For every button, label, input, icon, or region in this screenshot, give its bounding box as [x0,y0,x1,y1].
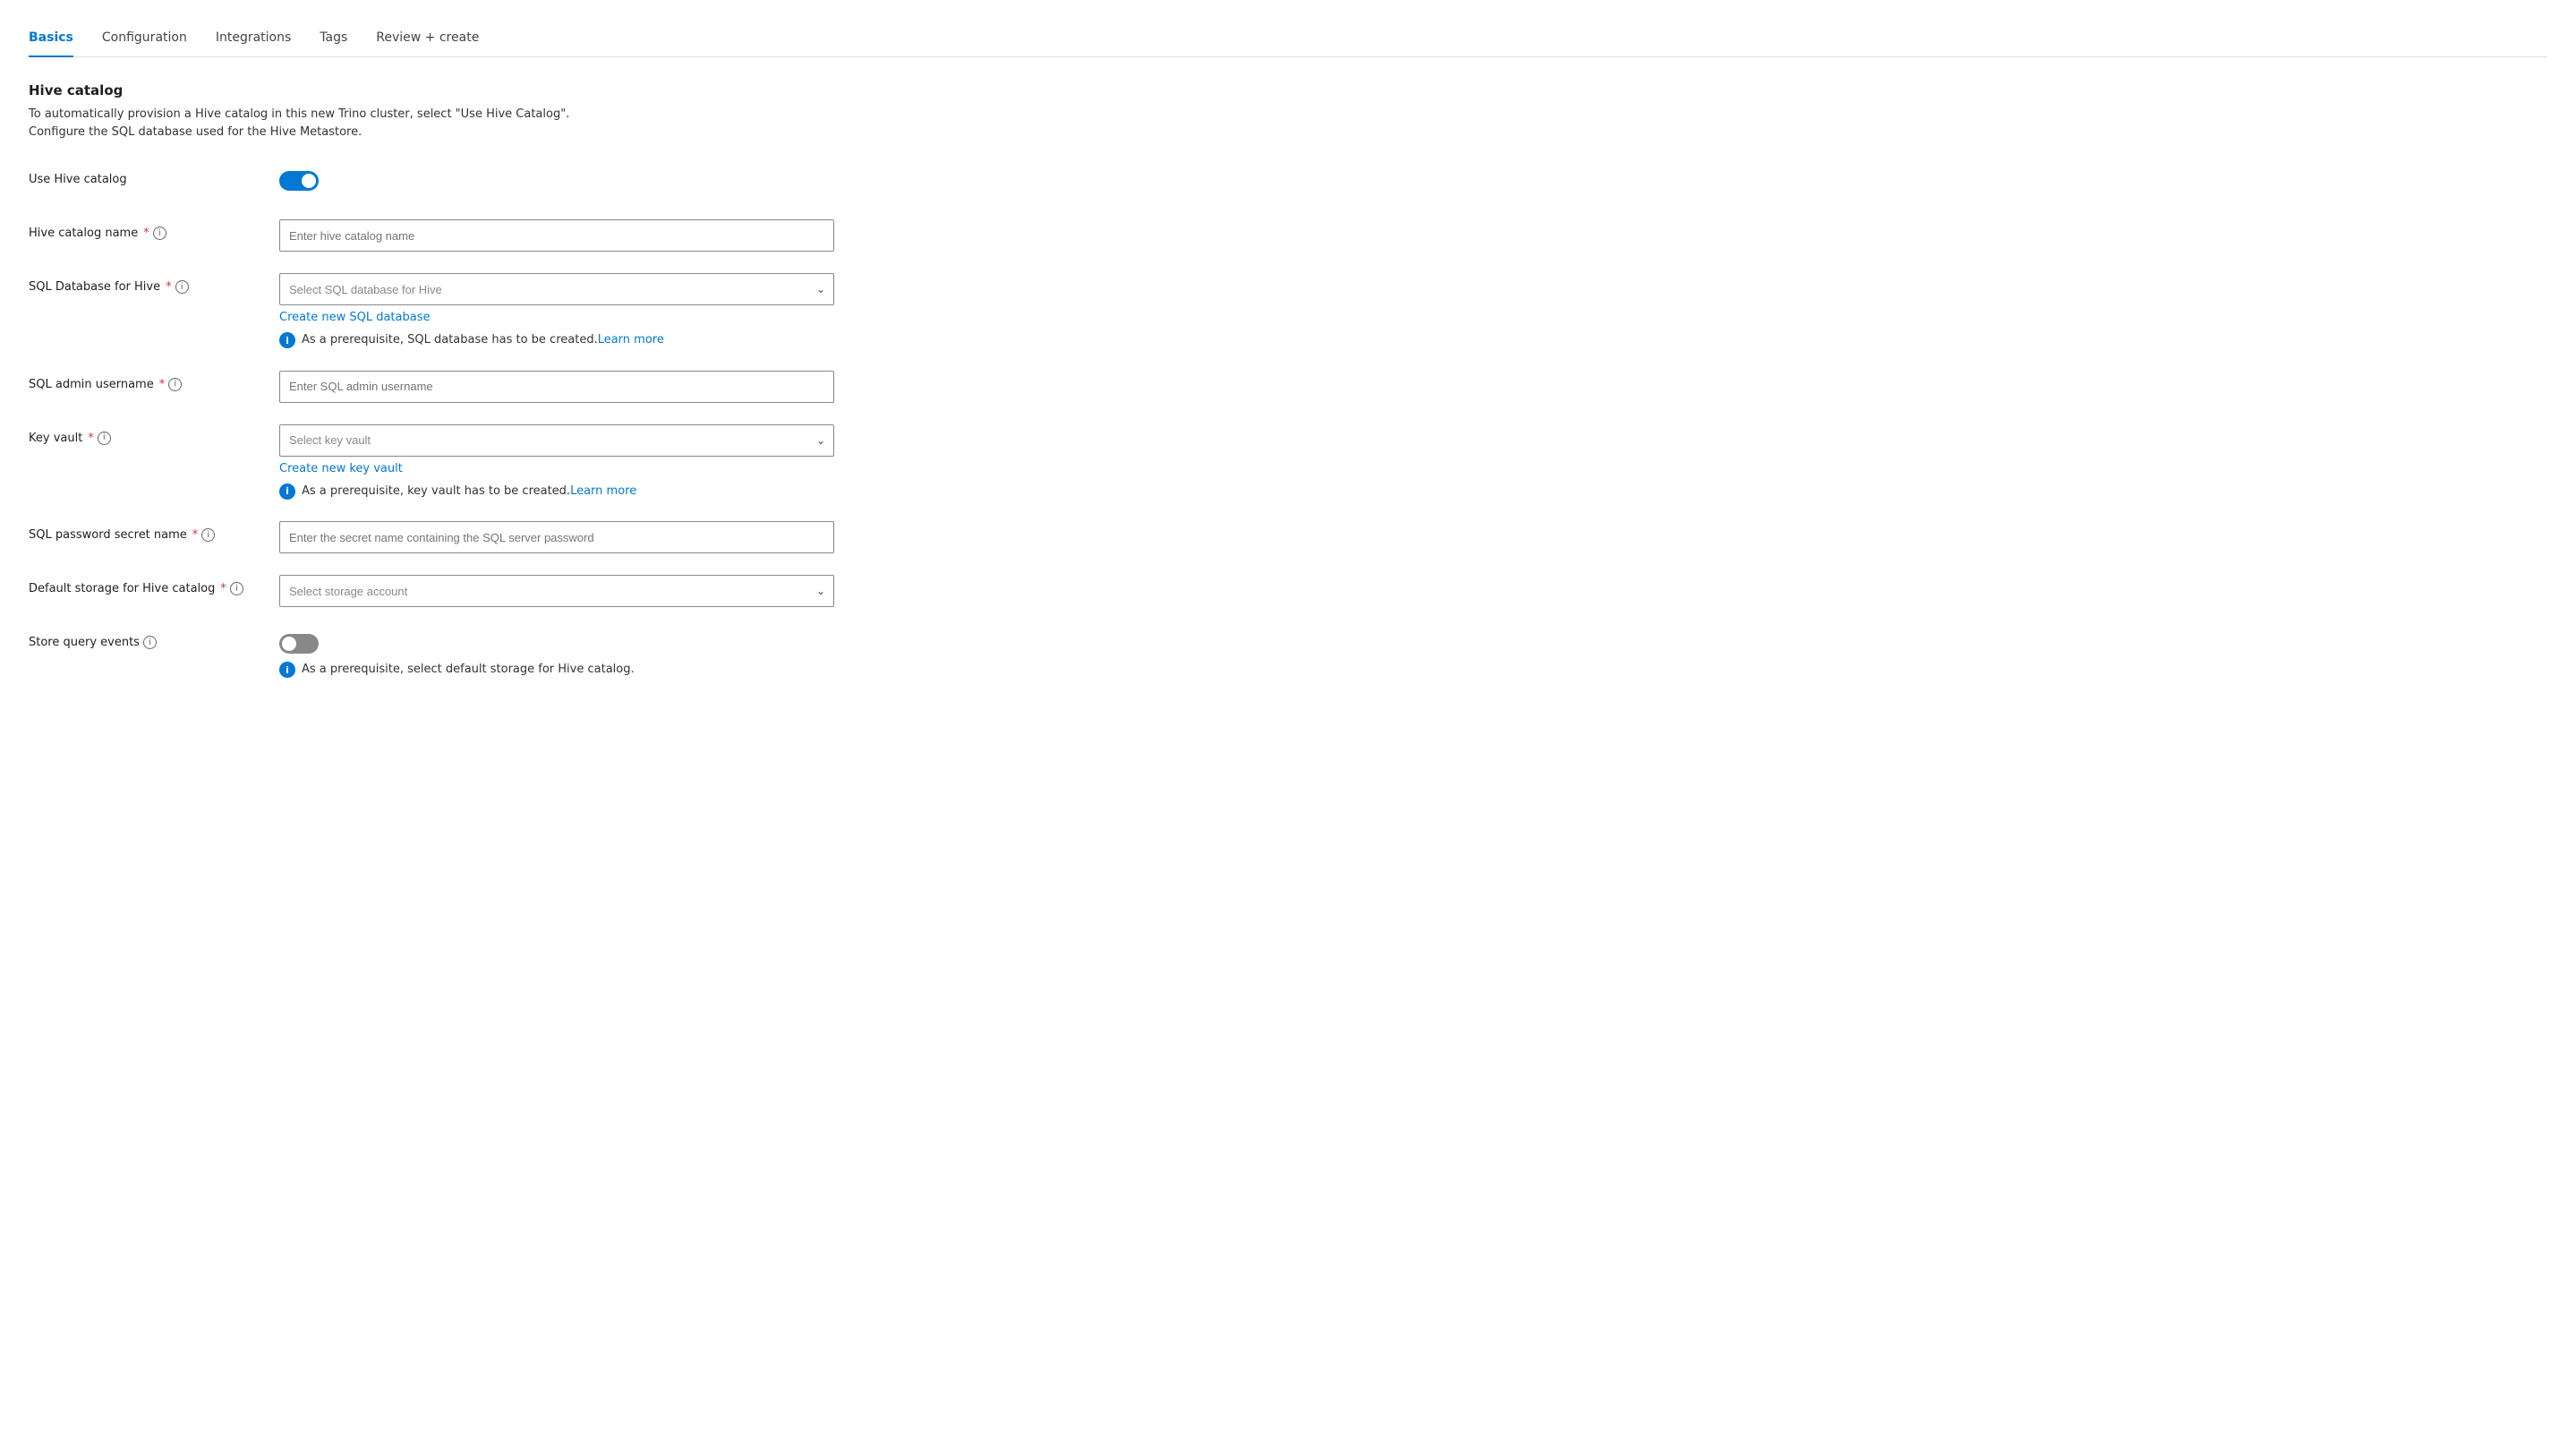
store-query-events-info-circle-icon: i [279,662,295,678]
sql-password-secret-control [279,521,834,553]
store-query-events-row: Store query events i i As a prerequisite… [29,629,2547,679]
hive-catalog-name-control [279,219,834,252]
sql-database-info-icon[interactable]: i [175,280,189,294]
create-key-vault-link[interactable]: Create new key vault [279,462,834,475]
sql-admin-username-control [279,371,834,403]
tab-review-create[interactable]: Review + create [376,21,479,57]
key-vault-select-wrapper: Select key vault ⌄ [279,424,834,457]
sql-database-select[interactable]: Select SQL database for Hive [279,273,834,305]
default-storage-control: Select storage account ⌄ [279,575,834,607]
sql-database-control: Select SQL database for Hive ⌄ Create ne… [279,273,834,349]
tab-bar: Basics Configuration Integrations Tags R… [29,21,2547,57]
hive-catalog-name-row: Hive catalog name * i [29,219,2547,252]
key-vault-label: Key vault * i [29,424,279,445]
key-vault-info-circle-icon: i [279,483,295,500]
tab-integrations[interactable]: Integrations [216,21,291,57]
sql-admin-username-info-icon[interactable]: i [168,378,182,391]
sql-database-label: SQL Database for Hive * i [29,273,279,294]
sql-admin-username-input[interactable] [279,371,834,403]
use-hive-catalog-label: Use Hive catalog [29,166,279,186]
sql-database-info-message: i As a prerequisite, SQL database has to… [279,331,834,349]
store-query-events-control: i As a prerequisite, select default stor… [279,629,834,679]
default-storage-label: Default storage for Hive catalog * i [29,575,279,595]
required-star: * [143,227,149,240]
key-vault-info-message: i As a prerequisite, key vault has to be… [279,483,834,501]
sql-database-select-wrapper: Select SQL database for Hive ⌄ [279,273,834,305]
tab-basics[interactable]: Basics [29,21,73,57]
tab-configuration[interactable]: Configuration [102,21,187,57]
default-storage-row: Default storage for Hive catalog * i Sel… [29,575,2547,607]
sql-database-row: SQL Database for Hive * i Select SQL dat… [29,273,2547,349]
sql-password-secret-info-icon[interactable]: i [201,528,215,542]
create-sql-database-link[interactable]: Create new SQL database [279,311,834,324]
hive-catalog-name-input[interactable] [279,219,834,252]
sql-password-secret-label: SQL password secret name * i [29,521,279,542]
sql-password-secret-row: SQL password secret name * i [29,521,2547,553]
section-title: Hive catalog [29,82,2547,98]
sql-password-secret-input[interactable] [279,521,834,553]
sql-database-learn-more-link[interactable]: Learn more [598,333,664,347]
required-star: * [166,280,172,294]
store-query-events-label: Store query events i [29,629,279,649]
store-query-events-toggle[interactable] [279,634,319,654]
key-vault-row: Key vault * i Select key vault ⌄ Create … [29,424,2547,501]
sql-admin-username-label: SQL admin username * i [29,371,279,391]
default-storage-info-icon[interactable]: i [230,582,243,595]
use-hive-catalog-control [279,166,834,191]
use-hive-catalog-toggle[interactable] [279,171,319,191]
key-vault-learn-more-link[interactable]: Learn more [570,484,636,498]
default-storage-select-wrapper: Select storage account ⌄ [279,575,834,607]
key-vault-select[interactable]: Select key vault [279,424,834,457]
tab-tags[interactable]: Tags [320,21,347,57]
hive-catalog-name-label: Hive catalog name * i [29,219,279,240]
store-query-events-info-icon[interactable]: i [143,636,157,649]
sql-admin-username-row: SQL admin username * i [29,371,2547,403]
required-star: * [220,582,226,595]
sql-database-info-circle-icon: i [279,332,295,348]
default-storage-select[interactable]: Select storage account [279,575,834,607]
required-star: * [192,528,199,542]
use-hive-catalog-row: Use Hive catalog [29,166,2547,198]
key-vault-control: Select key vault ⌄ Create new key vault … [279,424,834,501]
hive-catalog-name-info-icon[interactable]: i [153,227,166,240]
key-vault-info-icon[interactable]: i [98,432,111,445]
required-star: * [159,378,166,391]
store-query-events-info-message: i As a prerequisite, select default stor… [279,661,834,679]
required-star: * [88,432,94,445]
section-description: To automatically provision a Hive catalo… [29,106,584,141]
